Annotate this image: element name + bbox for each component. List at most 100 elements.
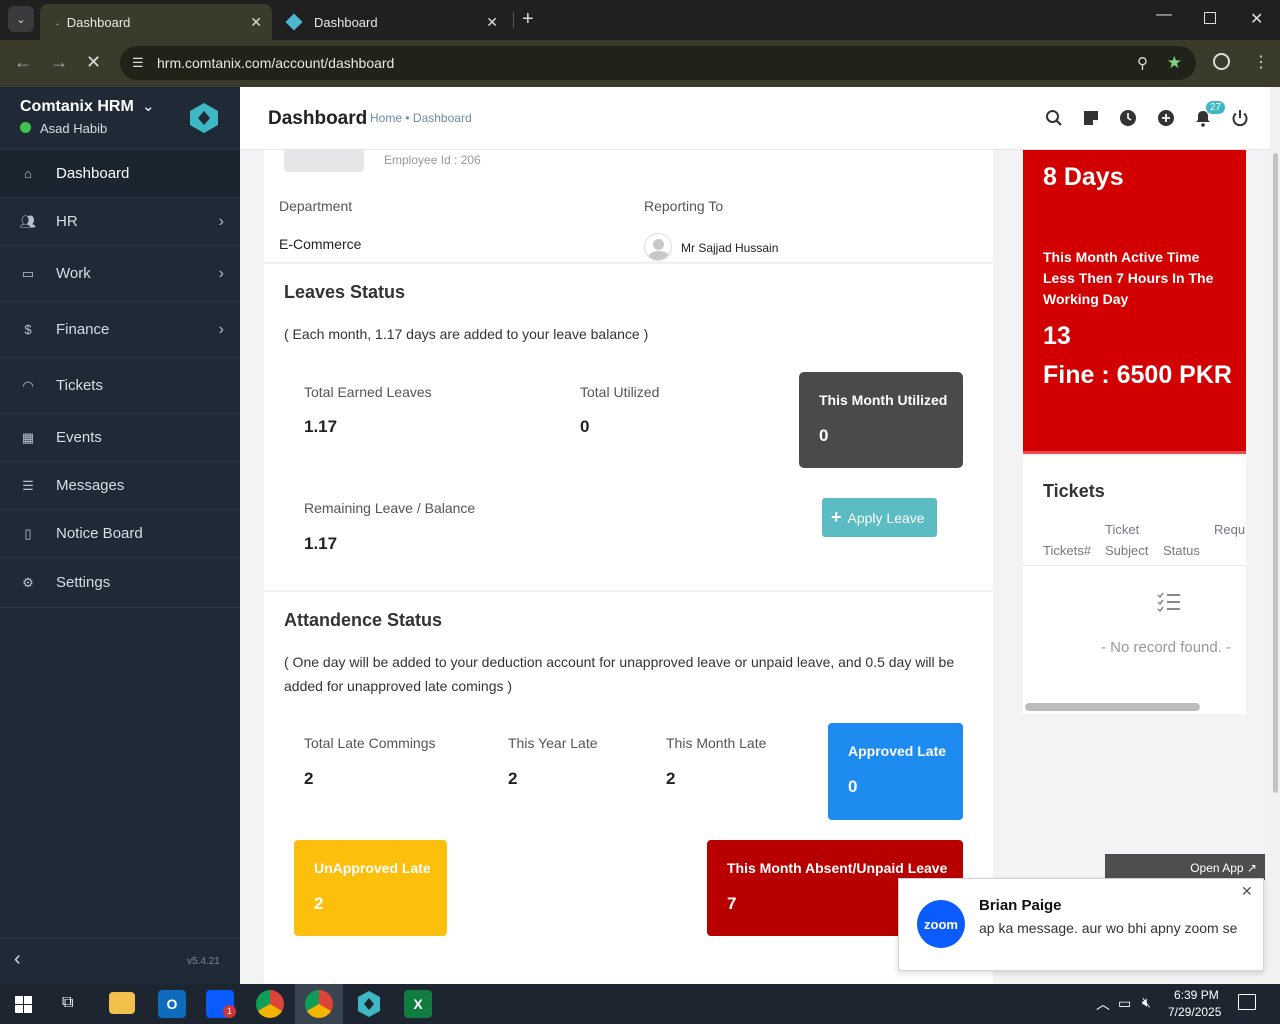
tickets-card: Tickets Tickets# Ticket Subject Status R… bbox=[1023, 456, 1246, 714]
year-late-value: 2 bbox=[508, 769, 518, 788]
sidebar-item-label: Events bbox=[56, 429, 102, 446]
network-icon[interactable]: ▭ bbox=[1118, 995, 1131, 1012]
sidebar-item-label: Settings bbox=[56, 574, 111, 591]
restore-button[interactable] bbox=[1204, 12, 1216, 24]
close-icon[interactable]: ✕ bbox=[1241, 883, 1253, 900]
page-scrollbar-thumb[interactable] bbox=[1273, 153, 1278, 793]
tickets-title: Tickets bbox=[1043, 481, 1105, 501]
page-header: Dashboard Home • Dashboard 27 bbox=[240, 87, 1270, 150]
clock-date[interactable]: 7/29/2025 bbox=[1168, 1005, 1221, 1019]
active-count: 13 bbox=[1043, 322, 1071, 350]
tray-chevron-icon[interactable]: ︿ bbox=[1096, 994, 1110, 1014]
zoom-open-app-bar[interactable]: Open App ↗ bbox=[1105, 854, 1265, 880]
volume-muted-icon[interactable]: 🔇︎ bbox=[1142, 994, 1151, 1011]
sidebar-item-label: Notice Board bbox=[56, 525, 143, 542]
zoom-badge: 1 bbox=[223, 1005, 236, 1018]
users-icon: 👥︎ bbox=[19, 213, 37, 229]
total-late-label: Total Late Commings bbox=[304, 735, 436, 751]
windows-taskbar: ⧉ O 1 X ︿ ▭ 🔇︎ 6:39 PM 7/29/2025 bbox=[0, 984, 1280, 1024]
sidebar-item-tickets[interactable]: ◠ Tickets bbox=[0, 358, 240, 414]
forward-icon[interactable]: → bbox=[50, 52, 68, 73]
calendar-icon: ▦ bbox=[21, 429, 35, 445]
new-tab-button[interactable]: + bbox=[522, 8, 534, 31]
sticky-note-icon[interactable] bbox=[1082, 109, 1100, 127]
minimize-button[interactable]: — bbox=[1156, 6, 1172, 24]
tickets-header-divider bbox=[1023, 565, 1246, 566]
apply-leave-button[interactable]: + Apply Leave bbox=[822, 498, 937, 537]
total-earned-value: 1.17 bbox=[304, 417, 338, 436]
collapse-sidebar-icon[interactable]: ‹ bbox=[14, 948, 21, 971]
sidebar-item-finance[interactable]: $ Finance › bbox=[0, 302, 240, 358]
chevron-right-icon: › bbox=[218, 212, 224, 230]
page-scrollbar-track[interactable] bbox=[1270, 87, 1280, 984]
breadcrumb-current: Dashboard bbox=[412, 111, 472, 125]
site-info-icon[interactable]: ☰ bbox=[132, 55, 144, 71]
browser-address-bar: ← → ✕ ☰ hrm.comtanix.com/account/dashboa… bbox=[0, 40, 1280, 87]
clock-icon[interactable] bbox=[1119, 109, 1137, 127]
sidebar-item-dashboard[interactable]: ⌂ Dashboard bbox=[0, 150, 240, 198]
month-late-value: 2 bbox=[666, 769, 676, 788]
site-favicon-icon bbox=[285, 13, 303, 31]
sidebar-item-label: Messages bbox=[56, 477, 125, 494]
tickets-col-subject-1: Ticket bbox=[1105, 522, 1140, 537]
hrm-app-icon[interactable] bbox=[357, 990, 381, 1018]
stop-loading-icon[interactable]: ✕ bbox=[86, 52, 101, 73]
tickets-scrollbar[interactable] bbox=[1025, 703, 1200, 711]
excel-icon[interactable]: X bbox=[404, 990, 432, 1018]
absent-value: 7 bbox=[727, 894, 737, 913]
sidebar-item-label: Finance bbox=[56, 321, 110, 338]
approved-late-value: 0 bbox=[848, 777, 858, 796]
back-icon[interactable]: ← bbox=[14, 52, 32, 73]
close-window-button[interactable]: ✕ bbox=[1250, 9, 1263, 29]
power-icon[interactable] bbox=[1231, 109, 1249, 127]
url-text: hrm.comtanix.com/account/dashboard bbox=[157, 55, 395, 71]
location-icon[interactable]: ⚲ bbox=[1137, 54, 1148, 72]
attendance-note: ( One day will be added to your deductio… bbox=[284, 654, 955, 694]
tab-dashboard-active[interactable]: . Dashboard ✕ bbox=[40, 4, 272, 40]
app-name: Comtanix HRM bbox=[20, 98, 134, 115]
absent-label: This Month Absent/Unpaid Leave bbox=[727, 860, 948, 876]
sidebar-item-work[interactable]: ▭ Work › bbox=[0, 246, 240, 302]
attendance-title: Attandence Status bbox=[284, 610, 443, 630]
sidebar-item-events[interactable]: ▦ Events bbox=[0, 414, 240, 462]
windows-start-icon[interactable] bbox=[15, 996, 32, 1013]
department-label: Department bbox=[279, 198, 353, 214]
sidebar-item-hr[interactable]: 👥︎ HR › bbox=[0, 198, 240, 246]
reporting-avatar bbox=[644, 233, 672, 261]
notification-center-icon[interactable] bbox=[1238, 994, 1256, 1010]
tab-list-button[interactable]: ⌄ bbox=[8, 6, 34, 32]
bookmark-star-icon[interactable]: ★ bbox=[1167, 53, 1182, 73]
clock-time[interactable]: 6:39 PM bbox=[1174, 988, 1219, 1002]
sidebar-item-messages[interactable]: ☰ Messages bbox=[0, 462, 240, 510]
notification-badge: 27 bbox=[1206, 101, 1226, 114]
approved-late-box: Approved Late 0 bbox=[828, 723, 963, 820]
reporting-value: Mr Sajjad Hussain bbox=[681, 241, 779, 255]
breadcrumb: Home • Dashboard bbox=[370, 111, 472, 125]
tickets-col-subject-2: Subject bbox=[1105, 543, 1149, 558]
file-explorer-icon[interactable] bbox=[109, 992, 135, 1014]
app-switch-chevron-icon[interactable]: ⌄ bbox=[142, 97, 155, 115]
zoom-logo-text: zoom bbox=[924, 916, 958, 932]
add-circle-icon[interactable] bbox=[1157, 109, 1175, 127]
chevron-right-icon: › bbox=[218, 264, 224, 282]
url-field[interactable]: ☰ hrm.comtanix.com/account/dashboard ⚲ ★ bbox=[120, 46, 1196, 80]
close-tab-icon[interactable]: ✕ bbox=[250, 14, 262, 31]
zoom-notification[interactable]: zoom Brian Paige ap ka message. aur wo b… bbox=[898, 878, 1264, 971]
reporting-label: Reporting To bbox=[644, 198, 724, 214]
close-tab-icon[interactable]: ✕ bbox=[486, 14, 498, 31]
apply-leave-label: Apply Leave bbox=[847, 509, 925, 526]
search-icon[interactable] bbox=[1045, 109, 1063, 127]
outlook-icon[interactable]: O bbox=[158, 990, 186, 1018]
profile-icon[interactable] bbox=[1213, 53, 1230, 70]
leaves-note: ( Each month, 1.17 days are added to you… bbox=[284, 326, 649, 342]
sidebar-item-notice-board[interactable]: ▯ Notice Board bbox=[0, 510, 240, 558]
task-view-icon[interactable]: ⧉ bbox=[62, 994, 73, 1012]
menu-dots-icon[interactable]: ⋮ bbox=[1253, 52, 1269, 72]
sidebar-item-settings[interactable]: ⚙ Settings bbox=[0, 558, 240, 608]
chrome-icon[interactable] bbox=[256, 990, 284, 1018]
breadcrumb-home[interactable]: Home bbox=[370, 111, 402, 125]
tab-dashboard[interactable]: Dashboard ✕ bbox=[276, 4, 508, 40]
chrome-active-tile[interactable] bbox=[295, 984, 343, 1024]
approved-late-label: Approved Late bbox=[848, 743, 947, 759]
clipboard-icon: ▯ bbox=[24, 525, 32, 541]
